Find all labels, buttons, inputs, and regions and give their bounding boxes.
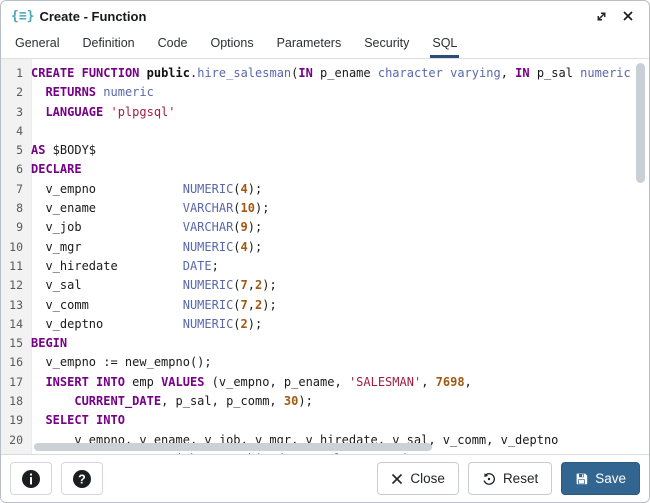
vertical-scrollbar[interactable] bbox=[636, 63, 645, 183]
line-number: 5 bbox=[1, 141, 31, 160]
code-line: 16 v_empno := new_empno(); bbox=[1, 353, 649, 372]
code-line: 2 RETURNS numeric bbox=[1, 83, 649, 102]
code-text: SELECT INTO bbox=[31, 411, 125, 430]
line-number: 10 bbox=[1, 238, 31, 257]
code-text: v_deptno NUMERIC(2); bbox=[31, 315, 262, 334]
tab-parameters[interactable]: Parameters bbox=[275, 31, 344, 58]
code-text: LANGUAGE 'plpgsql' bbox=[31, 103, 176, 122]
line-number: 1 bbox=[1, 64, 31, 83]
code-text: v_sal NUMERIC(7,2); bbox=[31, 276, 277, 295]
code-text: CURRENT_DATE, p_sal, p_comm, 30); bbox=[31, 392, 313, 411]
code-line: 6DECLARE bbox=[1, 160, 649, 179]
code-text: INSERT INTO emp VALUES (v_empno, p_ename… bbox=[31, 373, 472, 392]
line-number: 13 bbox=[1, 296, 31, 315]
code-line: 18 CURRENT_DATE, p_sal, p_comm, 30); bbox=[1, 392, 649, 411]
save-button-label: Save bbox=[595, 471, 626, 486]
code-text: DECLARE bbox=[31, 160, 82, 179]
close-icon[interactable] bbox=[617, 5, 639, 27]
line-number: 3 bbox=[1, 103, 31, 122]
horizontal-scrollbar[interactable] bbox=[34, 443, 432, 451]
line-number: 14 bbox=[1, 315, 31, 334]
dialog-footer: ? Close Reset bbox=[1, 454, 649, 502]
title-bar: {≡} Create - Function bbox=[1, 1, 649, 31]
code-line: 10 v_mgr NUMERIC(4); bbox=[1, 238, 649, 257]
function-braces-icon: {≡} bbox=[11, 10, 34, 23]
code-line: 7 v_empno NUMERIC(4); bbox=[1, 180, 649, 199]
close-button-label: Close bbox=[410, 471, 445, 486]
code-text: v_empno NUMERIC(4); bbox=[31, 180, 262, 199]
line-number: 2 bbox=[1, 83, 31, 102]
line-number: 6 bbox=[1, 160, 31, 179]
sql-code-editor[interactable]: 1CREATE FUNCTION public.hire_salesman(IN… bbox=[1, 59, 649, 454]
info-icon bbox=[21, 469, 41, 489]
code-line: 1CREATE FUNCTION public.hire_salesman(IN… bbox=[1, 64, 649, 83]
code-text: AS $BODY$ bbox=[31, 141, 96, 160]
line-number: 16 bbox=[1, 353, 31, 372]
line-number: 8 bbox=[1, 199, 31, 218]
code-text: RETURNS numeric bbox=[31, 83, 154, 102]
create-function-dialog: {≡} Create - Function General Definition… bbox=[0, 0, 650, 503]
code-line: 9 v_job VARCHAR(9); bbox=[1, 218, 649, 237]
dialog-tabs: General Definition Code Options Paramete… bbox=[1, 31, 649, 59]
code-line: 3 LANGUAGE 'plpgsql' bbox=[1, 103, 649, 122]
code-text: v_job VARCHAR(9); bbox=[31, 218, 262, 237]
code-text: v_ename VARCHAR(10); bbox=[31, 199, 269, 218]
code-line: 11 v_hiredate DATE; bbox=[1, 257, 649, 276]
code-text: BEGIN bbox=[31, 334, 67, 353]
line-number: 20 bbox=[1, 431, 31, 450]
code-line: 19 SELECT INTO bbox=[1, 411, 649, 430]
dialog-title: Create - Function bbox=[39, 9, 585, 24]
reset-icon bbox=[482, 472, 496, 486]
close-x-glyph bbox=[622, 10, 634, 22]
expand-icon[interactable] bbox=[590, 5, 612, 27]
svg-text:?: ? bbox=[78, 472, 86, 486]
line-number: 12 bbox=[1, 276, 31, 295]
reset-button[interactable]: Reset bbox=[468, 462, 552, 495]
line-number: 7 bbox=[1, 180, 31, 199]
code-text: v_mgr NUMERIC(4); bbox=[31, 238, 262, 257]
save-button[interactable]: Save bbox=[561, 462, 640, 495]
line-number: 19 bbox=[1, 411, 31, 430]
help-button[interactable]: ? bbox=[61, 462, 103, 495]
code-line: 15BEGIN bbox=[1, 334, 649, 353]
tab-security[interactable]: Security bbox=[362, 31, 411, 58]
line-number: 11 bbox=[1, 257, 31, 276]
code-line: 13 v_comm NUMERIC(7,2); bbox=[1, 296, 649, 315]
close-button-x-icon bbox=[391, 473, 403, 485]
code-line: 17 INSERT INTO emp VALUES (v_empno, p_en… bbox=[1, 373, 649, 392]
tab-options[interactable]: Options bbox=[209, 31, 256, 58]
code-text: v_comm NUMERIC(7,2); bbox=[31, 296, 277, 315]
line-number: 9 bbox=[1, 218, 31, 237]
tab-code[interactable]: Code bbox=[156, 31, 190, 58]
code-line: 8 v_ename VARCHAR(10); bbox=[1, 199, 649, 218]
save-icon bbox=[575, 472, 588, 485]
code-line: 4 bbox=[1, 122, 649, 141]
line-number: 21 bbox=[1, 450, 31, 454]
line-number: 15 bbox=[1, 334, 31, 353]
tab-sql[interactable]: SQL bbox=[430, 31, 459, 58]
close-button[interactable]: Close bbox=[377, 462, 459, 495]
code-line: 12 v_sal NUMERIC(7,2); bbox=[1, 276, 649, 295]
expand-arrow-glyph bbox=[595, 10, 608, 23]
line-number: 4 bbox=[1, 122, 31, 141]
line-number: 17 bbox=[1, 373, 31, 392]
code-lines: 1CREATE FUNCTION public.hire_salesman(IN… bbox=[1, 64, 649, 454]
tab-definition[interactable]: Definition bbox=[80, 31, 136, 58]
code-text: v_hiredate DATE; bbox=[31, 257, 219, 276]
code-line: 5AS $BODY$ bbox=[1, 141, 649, 160]
code-text: CREATE FUNCTION public.hire_salesman(IN … bbox=[31, 64, 631, 83]
line-number: 18 bbox=[1, 392, 31, 411]
reset-button-label: Reset bbox=[503, 471, 538, 486]
code-text: v_empno := new_empno(); bbox=[31, 353, 212, 372]
info-button[interactable] bbox=[10, 462, 52, 495]
code-line: 14 v_deptno NUMERIC(2); bbox=[1, 315, 649, 334]
help-icon: ? bbox=[72, 469, 92, 489]
tab-general[interactable]: General bbox=[13, 31, 61, 58]
